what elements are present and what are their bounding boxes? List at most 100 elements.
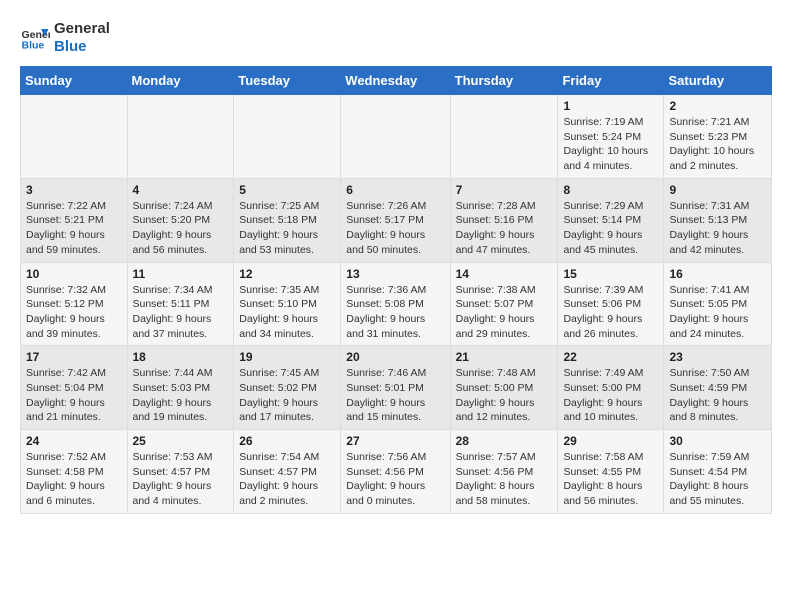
day-info: Sunrise: 7:21 AM Sunset: 5:23 PM Dayligh…	[669, 115, 766, 174]
calendar-cell: 12 Sunrise: 7:35 AM Sunset: 5:10 PM Dayli…	[234, 262, 341, 346]
calendar-cell	[341, 95, 450, 179]
day-number: 19	[239, 350, 335, 364]
day-info: Sunrise: 7:42 AM Sunset: 5:04 PM Dayligh…	[26, 366, 122, 425]
week-row-1: 1 Sunrise: 7:19 AM Sunset: 5:24 PM Daylig…	[21, 95, 772, 179]
header-friday: Friday	[558, 67, 664, 95]
logo-general: General	[54, 20, 110, 38]
day-info: Sunrise: 7:48 AM Sunset: 5:00 PM Dayligh…	[456, 366, 553, 425]
calendar-cell: 3 Sunrise: 7:22 AM Sunset: 5:21 PM Daylig…	[21, 178, 128, 262]
day-info: Sunrise: 7:22 AM Sunset: 5:21 PM Dayligh…	[26, 199, 122, 258]
day-info: Sunrise: 7:38 AM Sunset: 5:07 PM Dayligh…	[456, 283, 553, 342]
day-number: 27	[346, 434, 444, 448]
day-number: 20	[346, 350, 444, 364]
calendar-cell	[234, 95, 341, 179]
day-number: 10	[26, 267, 122, 281]
day-number: 30	[669, 434, 766, 448]
calendar-cell: 19 Sunrise: 7:45 AM Sunset: 5:02 PM Dayli…	[234, 346, 341, 430]
day-number: 21	[456, 350, 553, 364]
calendar-cell: 21 Sunrise: 7:48 AM Sunset: 5:00 PM Dayli…	[450, 346, 558, 430]
day-info: Sunrise: 7:59 AM Sunset: 4:54 PM Dayligh…	[669, 450, 766, 509]
calendar-cell: 22 Sunrise: 7:49 AM Sunset: 5:00 PM Dayli…	[558, 346, 664, 430]
day-number: 16	[669, 267, 766, 281]
calendar-cell: 14 Sunrise: 7:38 AM Sunset: 5:07 PM Dayli…	[450, 262, 558, 346]
calendar-cell: 30 Sunrise: 7:59 AM Sunset: 4:54 PM Dayli…	[664, 430, 772, 514]
day-number: 29	[563, 434, 658, 448]
svg-text:Blue: Blue	[22, 40, 45, 52]
week-row-3: 10 Sunrise: 7:32 AM Sunset: 5:12 PM Dayli…	[21, 262, 772, 346]
day-number: 25	[133, 434, 229, 448]
header-monday: Monday	[127, 67, 234, 95]
day-info: Sunrise: 7:29 AM Sunset: 5:14 PM Dayligh…	[563, 199, 658, 258]
calendar-cell: 4 Sunrise: 7:24 AM Sunset: 5:20 PM Daylig…	[127, 178, 234, 262]
day-number: 23	[669, 350, 766, 364]
day-info: Sunrise: 7:57 AM Sunset: 4:56 PM Dayligh…	[456, 450, 553, 509]
calendar-cell: 6Sunrise: 7:26 AM Sunset: 5:17 PM Daylig…	[341, 178, 450, 262]
header-saturday: Saturday	[664, 67, 772, 95]
day-number: 15	[563, 267, 658, 281]
calendar-cell: 25 Sunrise: 7:53 AM Sunset: 4:57 PM Dayli…	[127, 430, 234, 514]
day-number: 13	[346, 267, 444, 281]
calendar-cell: 8 Sunrise: 7:29 AM Sunset: 5:14 PM Daylig…	[558, 178, 664, 262]
page-header: General Blue General Blue	[20, 20, 772, 56]
calendar-cell: 15 Sunrise: 7:39 AM Sunset: 5:06 PM Dayli…	[558, 262, 664, 346]
calendar-table: SundayMondayTuesdayWednesdayThursdayFrid…	[20, 66, 772, 514]
day-info: Sunrise: 7:34 AM Sunset: 5:11 PM Dayligh…	[133, 283, 229, 342]
day-info: Sunrise: 7:46 AM Sunset: 5:01 PM Dayligh…	[346, 366, 444, 425]
week-row-5: 24 Sunrise: 7:52 AM Sunset: 4:58 PM Dayli…	[21, 430, 772, 514]
day-info: Sunrise: 7:58 AM Sunset: 4:55 PM Dayligh…	[563, 450, 658, 509]
day-number: 7	[456, 183, 553, 197]
day-number: 14	[456, 267, 553, 281]
calendar-cell: 26 Sunrise: 7:54 AM Sunset: 4:57 PM Dayli…	[234, 430, 341, 514]
logo: General Blue General Blue	[20, 20, 110, 56]
calendar-cell	[450, 95, 558, 179]
calendar-cell: 16Sunrise: 7:41 AM Sunset: 5:05 PM Dayli…	[664, 262, 772, 346]
logo-blue: Blue	[54, 38, 110, 56]
day-number: 8	[563, 183, 658, 197]
calendar-cell: 11 Sunrise: 7:34 AM Sunset: 5:11 PM Dayli…	[127, 262, 234, 346]
day-number: 1	[563, 99, 658, 113]
calendar-cell: 5 Sunrise: 7:25 AM Sunset: 5:18 PM Daylig…	[234, 178, 341, 262]
calendar-cell: 23 Sunrise: 7:50 AM Sunset: 4:59 PM Dayli…	[664, 346, 772, 430]
day-info: Sunrise: 7:35 AM Sunset: 5:10 PM Dayligh…	[239, 283, 335, 342]
day-info: Sunrise: 7:19 AM Sunset: 5:24 PM Dayligh…	[563, 115, 658, 174]
day-number: 11	[133, 267, 229, 281]
day-info: Sunrise: 7:52 AM Sunset: 4:58 PM Dayligh…	[26, 450, 122, 509]
day-info: Sunrise: 7:24 AM Sunset: 5:20 PM Dayligh…	[133, 199, 229, 258]
day-number: 22	[563, 350, 658, 364]
week-row-2: 3 Sunrise: 7:22 AM Sunset: 5:21 PM Daylig…	[21, 178, 772, 262]
day-info: Sunrise: 7:25 AM Sunset: 5:18 PM Dayligh…	[239, 199, 335, 258]
calendar-cell: 10 Sunrise: 7:32 AM Sunset: 5:12 PM Dayli…	[21, 262, 128, 346]
day-number: 5	[239, 183, 335, 197]
header-sunday: Sunday	[21, 67, 128, 95]
day-info: Sunrise: 7:49 AM Sunset: 5:00 PM Dayligh…	[563, 366, 658, 425]
calendar-cell: 27Sunrise: 7:56 AM Sunset: 4:56 PM Dayli…	[341, 430, 450, 514]
day-info: Sunrise: 7:39 AM Sunset: 5:06 PM Dayligh…	[563, 283, 658, 342]
day-info: Sunrise: 7:53 AM Sunset: 4:57 PM Dayligh…	[133, 450, 229, 509]
calendar-cell: 24 Sunrise: 7:52 AM Sunset: 4:58 PM Dayli…	[21, 430, 128, 514]
day-number: 18	[133, 350, 229, 364]
day-number: 9	[669, 183, 766, 197]
day-number: 12	[239, 267, 335, 281]
day-info: Sunrise: 7:32 AM Sunset: 5:12 PM Dayligh…	[26, 283, 122, 342]
header-tuesday: Tuesday	[234, 67, 341, 95]
day-number: 4	[133, 183, 229, 197]
calendar-cell	[21, 95, 128, 179]
day-info: Sunrise: 7:28 AM Sunset: 5:16 PM Dayligh…	[456, 199, 553, 258]
day-info: Sunrise: 7:31 AM Sunset: 5:13 PM Dayligh…	[669, 199, 766, 258]
header-thursday: Thursday	[450, 67, 558, 95]
calendar-header-row: SundayMondayTuesdayWednesdayThursdayFrid…	[21, 67, 772, 95]
day-info: Sunrise: 7:54 AM Sunset: 4:57 PM Dayligh…	[239, 450, 335, 509]
day-info: Sunrise: 7:50 AM Sunset: 4:59 PM Dayligh…	[669, 366, 766, 425]
day-number: 6	[346, 183, 444, 197]
calendar-cell: 29 Sunrise: 7:58 AM Sunset: 4:55 PM Dayli…	[558, 430, 664, 514]
calendar-cell: 7 Sunrise: 7:28 AM Sunset: 5:16 PM Daylig…	[450, 178, 558, 262]
day-number: 28	[456, 434, 553, 448]
day-number: 3	[26, 183, 122, 197]
header-wednesday: Wednesday	[341, 67, 450, 95]
calendar-cell: 20 Sunrise: 7:46 AM Sunset: 5:01 PM Dayli…	[341, 346, 450, 430]
day-info: Sunrise: 7:45 AM Sunset: 5:02 PM Dayligh…	[239, 366, 335, 425]
day-number: 24	[26, 434, 122, 448]
day-number: 17	[26, 350, 122, 364]
calendar-cell: 28 Sunrise: 7:57 AM Sunset: 4:56 PM Dayli…	[450, 430, 558, 514]
day-number: 26	[239, 434, 335, 448]
